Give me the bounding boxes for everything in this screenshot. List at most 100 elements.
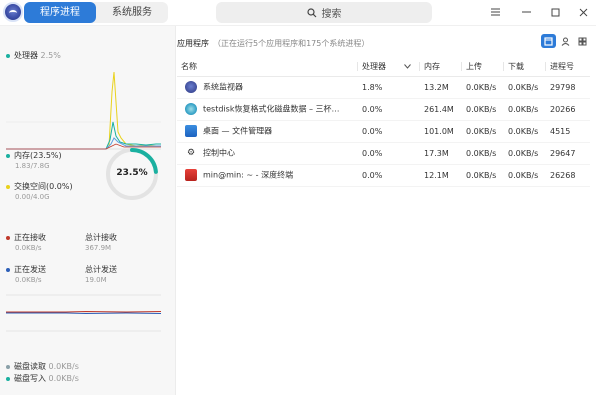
net-total-recv-value: 367.9M <box>85 244 112 252</box>
process-pid: 20266 <box>546 98 590 121</box>
process-memory: 261.4M <box>420 98 462 121</box>
recv-dot-icon <box>6 235 10 240</box>
process-download: 0.0KB/s <box>504 164 546 187</box>
process-upload: 0.0KB/s <box>462 98 504 121</box>
title-bar: 程序进程 系统服务 搜索 <box>0 0 596 26</box>
app-view-button[interactable] <box>541 34 556 48</box>
table-row[interactable]: min@min: ~ - 深度终端 0.0% 12.1M 0.0KB/s 0.0… <box>177 164 590 187</box>
process-memory: 13.2M <box>420 76 462 99</box>
process-name-cell: ⚙ 控制中心 <box>177 142 358 165</box>
table-row[interactable]: 桌面 — 文件管理器 0.0% 101.0M 0.0KB/s 0.0KB/s 4… <box>177 120 590 143</box>
search-input[interactable]: 搜索 <box>216 2 432 23</box>
all-view-button[interactable] <box>575 34 590 48</box>
process-download: 0.0KB/s <box>504 98 546 121</box>
process-cpu: 0.0% <box>358 120 420 143</box>
process-name-cell: min@min: ~ - 深度终端 <box>177 164 358 187</box>
maximize-button[interactable] <box>547 4 563 20</box>
process-cpu: 0.0% <box>358 142 420 165</box>
cpu-chart <box>6 71 161 150</box>
file-manager-icon <box>185 125 197 137</box>
process-pid: 29647 <box>546 142 590 165</box>
section-subtitle: （正在运行5个应用程序和175个系统进程） <box>213 39 370 48</box>
disk-read-value: 0.0KB/s <box>48 362 79 371</box>
resource-panel: 处理器 2.5% 内存(23.5%) 1.83/7.8G 交换空间(0.0%) … <box>0 26 176 395</box>
net-recv-value: 0.0KB/s <box>15 244 42 252</box>
net-total-send-label: 总计发送 <box>85 265 117 274</box>
process-upload: 0.0KB/s <box>462 142 504 165</box>
send-dot-icon <box>6 267 10 272</box>
memory-label: 内存(23.5%) <box>6 150 62 161</box>
disk-write-value: 0.0KB/s <box>48 374 79 383</box>
process-pid: 29798 <box>546 76 590 99</box>
swap-label: 交换空间(0.0%) <box>6 181 73 192</box>
section-title: 应用程序 （正在运行5个应用程序和175个系统进程） <box>177 39 370 48</box>
net-recv-label: 正在接收 <box>6 232 46 243</box>
system-monitor-icon <box>185 81 197 93</box>
cpu-value: 2.5% <box>40 51 61 60</box>
search-placeholder: 搜索 <box>321 9 342 20</box>
memory-gauge-text: 23.5% <box>116 168 148 178</box>
disk-read-label: 磁盘读取 0.0KB/s <box>6 361 79 372</box>
maximize-icon <box>551 8 559 16</box>
process-pid: 26268 <box>546 164 590 187</box>
process-cpu: 0.0% <box>358 164 420 187</box>
process-memory: 12.1M <box>420 164 462 187</box>
menu-icon <box>490 8 500 16</box>
cpu-label: 处理器 2.5% <box>6 50 61 61</box>
col-cpu[interactable]: 处理器 <box>358 57 420 77</box>
minimize-button[interactable] <box>518 4 534 20</box>
memory-detail: 1.83/7.8G <box>15 162 50 170</box>
tab-services[interactable]: 系统服务 <box>96 2 168 23</box>
disk-write-label: 磁盘写入 0.0KB/s <box>6 373 79 384</box>
disk-write-dot-icon <box>6 376 10 381</box>
table-row[interactable]: testdisk恢复格式化磁盘数据 – 三杯… 0.0% 261.4M 0.0K… <box>177 98 590 121</box>
col-memory[interactable]: 内存 <box>420 57 462 77</box>
process-upload: 0.0KB/s <box>462 164 504 187</box>
table-header: 名称 处理器 内存 上传 下载 进程号 <box>177 57 590 77</box>
tab-processes[interactable]: 程序进程 <box>24 2 96 23</box>
terminal-icon <box>185 169 197 181</box>
net-send-label: 正在发送 <box>6 264 46 275</box>
net-total-send-value: 19.0M <box>85 276 107 284</box>
process-cpu: 1.8% <box>358 76 420 99</box>
process-download: 0.0KB/s <box>504 76 546 99</box>
process-name-cell: 桌面 — 文件管理器 <box>177 120 358 143</box>
menu-button[interactable] <box>487 4 503 20</box>
user-view-icon <box>561 37 570 46</box>
memory-dot-icon <box>6 153 10 158</box>
tab-bar: 程序进程 系统服务 <box>24 2 168 23</box>
process-memory: 17.3M <box>420 142 462 165</box>
process-download: 0.0KB/s <box>504 142 546 165</box>
col-name[interactable]: 名称 <box>177 57 358 77</box>
table-row[interactable]: ⚙ 控制中心 0.0% 17.3M 0.0KB/s 0.0KB/s 29647 <box>177 142 590 165</box>
close-button[interactable] <box>575 4 591 20</box>
cpu-dot-icon <box>6 53 10 58</box>
net-total-recv-label: 总计接收 <box>85 233 117 242</box>
table-row[interactable]: 系统监视器 1.8% 13.2M 0.0KB/s 0.0KB/s 29798 <box>177 76 590 99</box>
network-chart <box>6 294 161 332</box>
all-view-icon <box>578 37 587 45</box>
disk-read-dot-icon <box>6 364 10 369</box>
process-download: 0.0KB/s <box>504 120 546 143</box>
app-view-icon <box>544 36 553 46</box>
system-monitor-window: { "tabs": [ {"label": "程序进程", "active": … <box>0 0 596 395</box>
col-download[interactable]: 下载 <box>504 57 546 77</box>
minimize-icon <box>521 11 531 13</box>
sort-desc-icon <box>404 64 411 69</box>
col-pid[interactable]: 进程号 <box>546 57 590 77</box>
process-pid: 4515 <box>546 120 590 143</box>
process-name-cell: 系统监视器 <box>177 76 358 99</box>
process-name-cell: testdisk恢复格式化磁盘数据 – 三杯… <box>177 98 358 121</box>
process-cpu: 0.0% <box>358 98 420 121</box>
process-panel: 应用程序 （正在运行5个应用程序和175个系统进程） 名称 处理器 内存 上传 下… <box>177 26 596 395</box>
browser-icon <box>185 103 197 115</box>
control-center-icon: ⚙ <box>186 148 196 158</box>
user-view-button[interactable] <box>558 34 573 48</box>
col-upload[interactable]: 上传 <box>462 57 504 77</box>
search-icon <box>306 7 316 17</box>
swap-dot-icon <box>6 184 10 189</box>
close-icon <box>579 8 587 16</box>
process-table: 名称 处理器 内存 上传 下载 进程号 系统监视器 1.8% 13.2M 0.0… <box>177 57 590 187</box>
swap-detail: 0.00/4.0G <box>15 193 50 201</box>
net-send-value: 0.0KB/s <box>15 276 42 284</box>
